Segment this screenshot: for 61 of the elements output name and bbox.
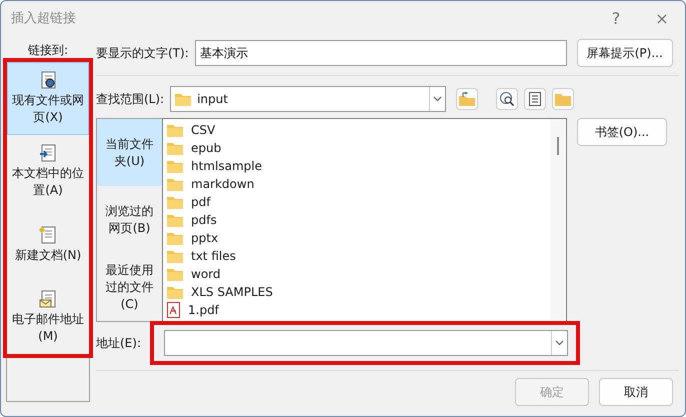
- file-name[interactable]: pptx: [191, 231, 218, 245]
- folder-icon: [167, 124, 183, 136]
- display-text-label: 要显示的文字(T):: [96, 44, 189, 62]
- location-tab[interactable]: 当前文件夹(U): [97, 119, 162, 186]
- file-name[interactable]: txt files: [191, 249, 236, 263]
- address-field[interactable]: [164, 330, 568, 356]
- globe-search-icon: [499, 91, 516, 107]
- file-name[interactable]: htmlsample: [191, 159, 262, 173]
- folder-icon: [167, 286, 183, 298]
- file-name[interactable]: 1.pdf: [188, 303, 219, 317]
- new-document-icon: [39, 226, 57, 244]
- link-type-label: 电子邮件地址(M): [12, 311, 84, 345]
- bookmark-button[interactable]: 书签(O)...: [577, 118, 667, 146]
- link-type-item[interactable]: 现有文件或网页(X): [7, 62, 89, 135]
- close-button[interactable]: ×: [639, 3, 685, 33]
- list-icon: [529, 92, 542, 106]
- folder-icon: [167, 214, 183, 226]
- caret-icon: [433, 96, 442, 102]
- folder-icon: [167, 178, 183, 190]
- file-name[interactable]: pdf: [191, 195, 210, 209]
- help-button[interactable]: ?: [593, 3, 639, 33]
- link-type-label: 新建文档(N): [14, 246, 82, 264]
- link-type-item[interactable]: 本文档中的位置(A): [7, 135, 89, 208]
- caret-icon: [555, 340, 564, 346]
- link-to-label: 链接到:: [26, 42, 70, 59]
- display-text-field[interactable]: 基本演示: [194, 40, 567, 66]
- file-name[interactable]: markdown: [191, 177, 254, 191]
- folder-icon: [167, 250, 183, 262]
- look-in-value: input: [197, 92, 229, 106]
- file-name[interactable]: XLS SAMPLES: [191, 285, 273, 299]
- browse-web-button[interactable]: [496, 88, 518, 110]
- location-tab[interactable]: 最近使用过的文件(C): [97, 254, 162, 321]
- address-label: 地址(E):: [96, 334, 142, 352]
- up-folder-button[interactable]: [456, 88, 478, 110]
- folder-up-icon: [459, 92, 476, 106]
- link-type-label: 本文档中的位置(A): [12, 165, 84, 199]
- link-type-label: 现有文件或网页(X): [12, 92, 84, 126]
- folder-icon: [167, 268, 183, 280]
- look-in-label: 查找范围(L):: [96, 90, 164, 108]
- folder-icon: [175, 92, 192, 106]
- window-title: 插入超链接: [11, 10, 77, 27]
- document-envelope-icon: [39, 290, 57, 308]
- folder-icon: [167, 196, 183, 208]
- file-name[interactable]: pdfs: [191, 213, 217, 227]
- folder-icon: [167, 232, 183, 244]
- scrollbar[interactable]: [550, 119, 566, 321]
- look-in-dropdown[interactable]: input: [170, 86, 446, 112]
- list-button[interactable]: [524, 88, 546, 110]
- link-type-item[interactable]: 新建文档(N): [7, 208, 89, 281]
- folder-icon: [555, 92, 572, 106]
- screen-tip-button[interactable]: 屏幕提示(P)...: [576, 39, 673, 67]
- file-name[interactable]: epub: [191, 141, 222, 155]
- location-tab[interactable]: 浏览过的网页(B): [97, 186, 162, 254]
- link-type-item[interactable]: 电子邮件地址(M): [7, 281, 89, 354]
- folder-icon: [167, 142, 183, 154]
- document-globe-icon: [39, 71, 57, 89]
- file-name[interactable]: word: [191, 267, 220, 281]
- pdf-icon: [167, 302, 180, 318]
- file-name[interactable]: CSV: [191, 123, 216, 137]
- cancel-button[interactable]: 取消: [599, 378, 673, 406]
- folder-icon: [167, 160, 183, 172]
